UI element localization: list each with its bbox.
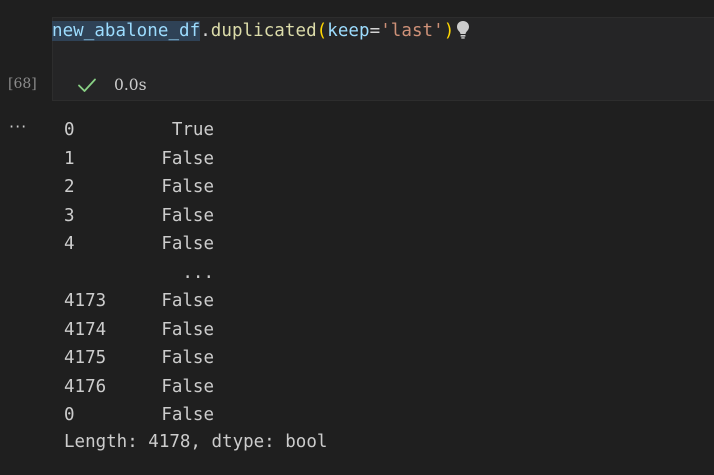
row-index: 4	[64, 234, 75, 254]
row-index: 2	[64, 177, 75, 197]
code-param: keep	[327, 21, 370, 41]
row-value: False	[161, 234, 214, 254]
row-value: False	[161, 148, 214, 169]
output-row-ellipsis: ...	[64, 259, 664, 288]
row-index: 4176	[64, 376, 107, 397]
code-close-paren: )	[443, 21, 455, 41]
output-row: 3 False	[64, 202, 664, 231]
row-index: 0	[64, 405, 75, 425]
output-row: 4176 False	[64, 373, 664, 402]
output-row: 2 False	[64, 173, 664, 202]
check-icon	[76, 74, 98, 96]
execution-time: 0.0s	[114, 76, 147, 94]
output-more-actions-icon[interactable]: ···	[9, 117, 27, 137]
code-open-paren: (	[316, 21, 328, 41]
row-value: True	[171, 120, 214, 140]
output-row: 0 True	[64, 116, 664, 145]
row-value: False	[161, 177, 214, 197]
row-value: False	[161, 405, 214, 425]
code-equals: =	[369, 21, 381, 41]
row-index: 4174	[64, 319, 107, 340]
row-value: False	[161, 376, 214, 397]
row-value: ...	[182, 262, 214, 283]
output-row: 4175 False	[64, 344, 664, 373]
row-value: False	[161, 291, 214, 311]
execution-status: 0.0s	[76, 74, 147, 96]
output-row: 0 False	[64, 401, 664, 430]
output-row: 4174 False	[64, 316, 664, 345]
output-row: 4 False	[64, 230, 664, 259]
row-value: False	[161, 205, 214, 226]
lightbulb-icon[interactable]	[456, 20, 470, 47]
output-footer: Length: 4178, dtype: bool	[64, 432, 328, 452]
code-dot: .	[200, 21, 211, 41]
row-index: 4173	[64, 291, 107, 311]
output-row: 1 False	[64, 145, 664, 174]
output-row: 4173 False	[64, 287, 664, 316]
execution-count: [68]	[8, 76, 37, 92]
row-value: False	[161, 348, 214, 368]
row-index: 1	[64, 148, 75, 169]
row-index: 4175	[64, 348, 107, 368]
code-editor-line[interactable]: new_abalone_df.duplicated(keep='last')	[52, 19, 470, 43]
row-value: False	[161, 319, 214, 340]
cell-output: 0 True 1 False 2 False 3 False 4 False ... 41…	[64, 116, 664, 430]
row-index: 3	[64, 205, 75, 226]
code-string: 'last'	[380, 21, 444, 41]
row-index: 0	[64, 120, 75, 140]
code-method: duplicated	[210, 21, 317, 41]
code-variable: new_abalone_df	[52, 21, 201, 41]
